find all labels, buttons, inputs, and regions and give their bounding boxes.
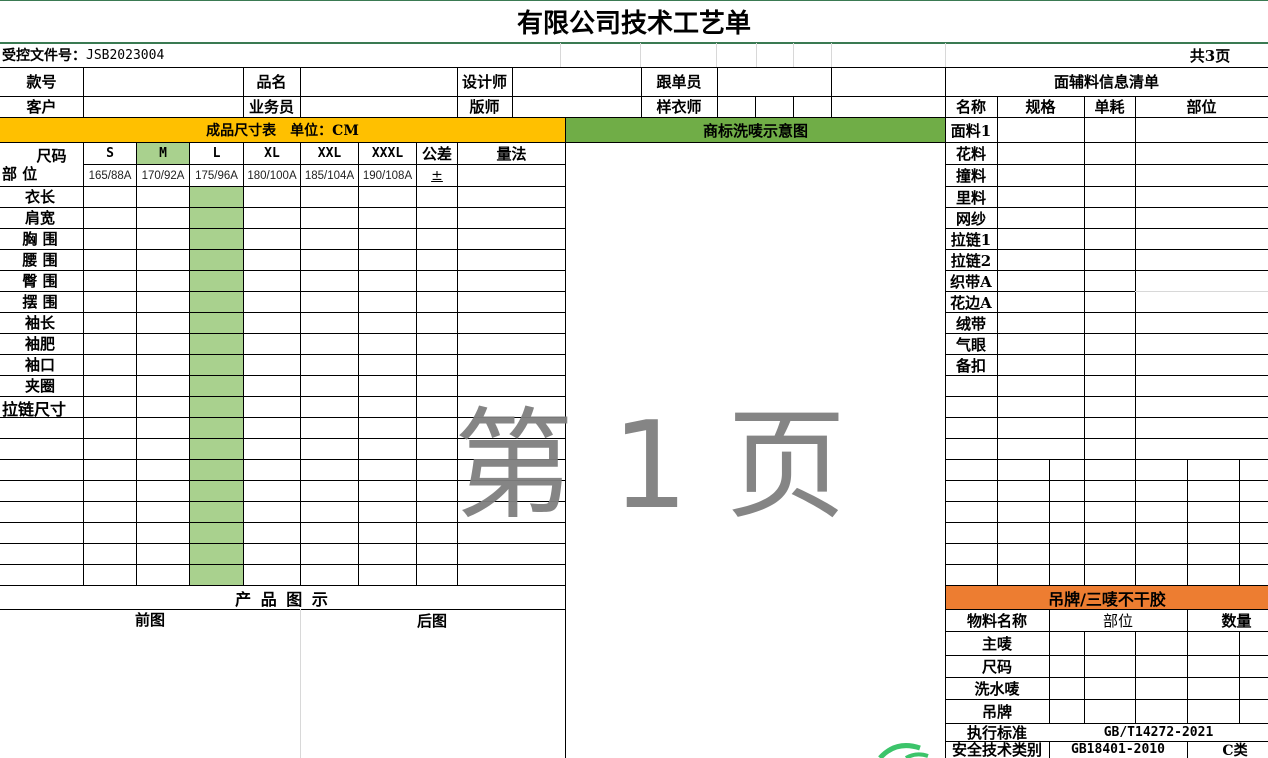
pages-total: 共3页: [1189, 46, 1231, 65]
part-row: 腰 围: [22, 251, 58, 269]
size-table-header: 成品尺寸表 单位：CM: [0, 118, 565, 142]
sub-size-s: 165/88A: [88, 169, 132, 182]
size-xxl: XXL: [317, 146, 342, 161]
tag-item: 吊牌: [981, 702, 1012, 721]
sample-maker-label: 样衣师: [656, 98, 702, 116]
doc-number: 受控文件号： JSB2023004: [2, 44, 164, 66]
standard-value: GB/T14272-2021: [1103, 724, 1214, 740]
merchandiser-label: 跟单员: [656, 73, 702, 91]
material-item: 网纱: [955, 209, 986, 228]
size-xxxl: XXXL: [371, 146, 404, 161]
tag-item: 尺码: [981, 657, 1012, 676]
product-name-label: 品名: [256, 73, 287, 91]
tags-col-qty: 数量: [1221, 611, 1252, 630]
materials-col-part: 部位: [1186, 98, 1217, 116]
page-watermark: 第 1 页: [453, 397, 847, 536]
safety-class: C类: [1222, 742, 1248, 758]
part-row: 摆 围: [22, 293, 58, 311]
material-item: 花料: [955, 145, 986, 163]
doc-number-value: JSB2023004: [86, 47, 165, 63]
material-item: 花边A: [950, 293, 992, 312]
size-s: S: [106, 146, 114, 161]
product-section-title: 产 品 图 示: [235, 590, 330, 609]
tolerance-label: 公差: [421, 145, 452, 163]
customer-label: 客户: [26, 98, 57, 116]
safety-value: GB18401-2010: [1071, 742, 1165, 757]
back-view-label: 后图: [416, 611, 447, 630]
material-item: 拉链2: [950, 251, 992, 270]
part-row: 袖口: [24, 356, 55, 374]
method-label: 量法: [496, 145, 527, 163]
part-row: 胸 围: [22, 230, 58, 248]
part-label: 部 位: [2, 164, 38, 183]
tag-item: 洗水唛: [974, 679, 1020, 698]
material-item: 面料1: [950, 122, 992, 140]
salesperson-label: 业务员: [248, 98, 294, 116]
part-row: 夹圈: [24, 377, 55, 395]
tolerance-sign: ±: [431, 167, 443, 184]
part-row: 拉链尺寸: [2, 399, 67, 419]
pattern-maker-label: 版师: [469, 98, 500, 116]
size-m: M: [159, 146, 167, 161]
part-row: 袖肥: [24, 335, 55, 353]
sub-size-xxl: 185/104A: [304, 169, 355, 182]
material-item: 绒带: [955, 314, 986, 333]
tags-header: 吊牌/三唛不干胶: [946, 586, 1268, 609]
safety-label: 安全技术类别: [951, 741, 1042, 758]
sub-size-xxxl: 190/108A: [362, 169, 413, 182]
part-row: 臀 围: [22, 272, 58, 290]
sub-size-l: 175/96A: [195, 169, 238, 182]
sheet-title: 有限公司技术工艺单: [516, 8, 751, 39]
material-item: 里料: [955, 188, 986, 207]
designer-label: 设计师: [461, 73, 507, 91]
part-row: 衣长: [24, 188, 55, 206]
material-item: 备扣: [955, 356, 986, 375]
sub-size-m: 170/92A: [141, 169, 185, 182]
size-l: L: [212, 146, 221, 161]
materials-col-usage: 单耗: [1094, 98, 1125, 116]
material-item: 织带A: [950, 272, 992, 291]
material-item: 气眼: [955, 335, 986, 354]
part-row: 肩宽: [24, 209, 55, 227]
style-no-label: 款号: [26, 73, 57, 91]
tag-item: 主唛: [981, 634, 1012, 653]
front-view-label: 前图: [134, 610, 165, 629]
tags-col-part: 部位: [1102, 611, 1133, 630]
material-item: 拉链1: [950, 230, 992, 249]
materials-title: 面辅料信息清单: [1053, 73, 1159, 91]
label-section-header: 商标洗唛示意图: [566, 118, 945, 142]
sub-size-xl: 180/100A: [247, 169, 297, 182]
tags-col-name: 物料名称: [966, 611, 1027, 630]
size-xl: XL: [264, 146, 280, 161]
part-row: 袖长: [24, 314, 55, 332]
doc-number-label: 受控文件号：: [2, 48, 86, 64]
material-item: 撞料: [955, 167, 986, 185]
materials-col-name: 名称: [955, 98, 986, 116]
decorative-green-arc: [878, 743, 929, 758]
materials-col-spec: 规格: [1025, 98, 1056, 116]
